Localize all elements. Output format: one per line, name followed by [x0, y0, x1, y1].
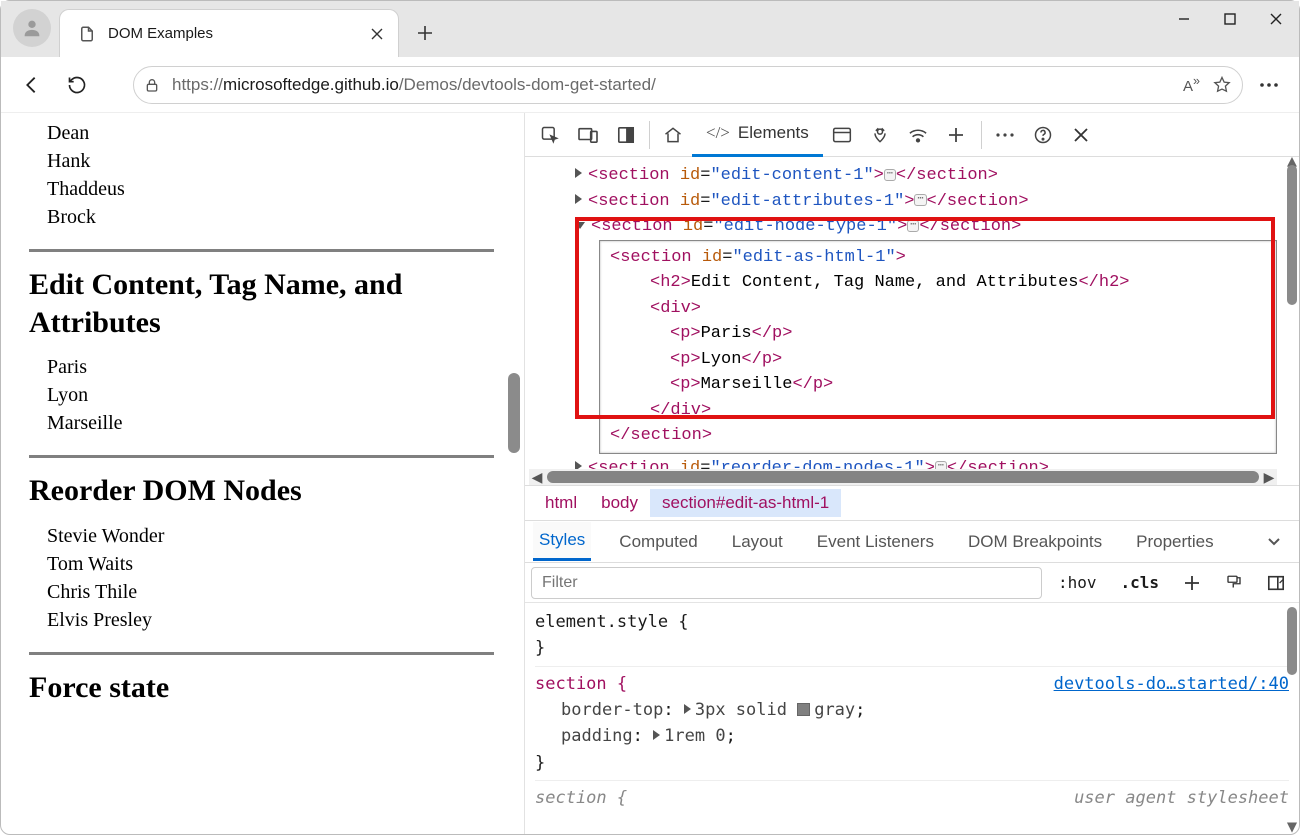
city-list: Paris Lyon Marseille [29, 353, 494, 437]
breadcrumb-body[interactable]: body [589, 489, 650, 517]
window-close-button[interactable] [1253, 1, 1299, 37]
list-item: Lyon [47, 381, 494, 409]
titlebar: DOM Examples [1, 1, 1299, 57]
page-icon [78, 25, 96, 43]
styles-filter-row: :hov .cls [525, 563, 1299, 603]
back-button[interactable] [11, 65, 51, 105]
elements-tab-icon: </> [706, 123, 730, 143]
devtools-toolbar: </> Elements [525, 113, 1299, 157]
divider [29, 249, 494, 252]
divider [29, 455, 494, 458]
styles-filter-input[interactable] [531, 567, 1042, 599]
new-tab-button[interactable] [405, 13, 445, 53]
sources-tab-icon[interactable] [861, 116, 899, 154]
tab-computed[interactable]: Computed [613, 524, 703, 560]
read-aloud-icon[interactable]: A» [1183, 74, 1200, 95]
cls-toggle[interactable]: .cls [1112, 569, 1167, 596]
list-item: Brock [47, 203, 494, 231]
address-bar: https://microsoftedge.github.io/Demos/de… [1, 57, 1299, 113]
tab-event-listeners[interactable]: Event Listeners [811, 524, 940, 560]
computed-sidebar-icon[interactable] [1259, 570, 1293, 596]
rule-element-style: element.style { [535, 609, 1289, 635]
page-scrollbar[interactable] [506, 113, 522, 834]
dom-scrollbar[interactable]: ▲ [1285, 157, 1299, 469]
tab-layout[interactable]: Layout [726, 524, 789, 560]
rule-selector: section { [535, 674, 627, 694]
source-link[interactable]: devtools-do…started/:40 [1054, 674, 1289, 694]
devtools-close-icon[interactable] [1062, 116, 1100, 154]
list-item: Paris [47, 353, 494, 381]
tab-properties[interactable]: Properties [1130, 524, 1219, 560]
list-item: Chris Thile [47, 578, 494, 606]
console-tab-icon[interactable] [823, 116, 861, 154]
styles-scrollbar[interactable]: ▼ [1285, 603, 1299, 834]
devtools-panel: </> Elements <section id="edit-content-1… [525, 113, 1299, 834]
refresh-button[interactable] [57, 65, 97, 105]
hov-toggle[interactable]: :hov [1050, 569, 1105, 596]
new-style-rule-icon[interactable] [1175, 570, 1209, 596]
breadcrumb-html[interactable]: html [533, 489, 589, 517]
dom-tree[interactable]: <section id="edit-content-1">⋯</section>… [525, 157, 1299, 469]
favorite-icon[interactable] [1212, 75, 1232, 95]
list-item: Tom Waits [47, 550, 494, 578]
artist-list: Stevie Wonder Tom Waits Chris Thile Elvi… [29, 522, 494, 634]
breadcrumb-section[interactable]: section#edit-as-html-1 [650, 489, 841, 517]
dock-icon[interactable] [607, 116, 645, 154]
devtools-more-icon[interactable] [986, 116, 1024, 154]
window-maximize-button[interactable] [1207, 1, 1253, 37]
ua-label: user agent stylesheet [1074, 785, 1289, 811]
tab-styles[interactable]: Styles [533, 522, 591, 561]
network-tab-icon[interactable] [899, 116, 937, 154]
tab-dom-breakpoints[interactable]: DOM Breakpoints [962, 524, 1108, 560]
chevron-down-icon[interactable] [1267, 537, 1291, 547]
paint-icon[interactable] [1217, 570, 1251, 596]
settings-more-button[interactable] [1249, 65, 1289, 105]
list-item: Dean [47, 119, 494, 147]
edit-as-html-box[interactable]: <section id="edit-as-html-1"> <h2>Edit C… [599, 240, 1277, 454]
dom-breadcrumbs: html body section#edit-as-html-1 [525, 485, 1299, 521]
elements-tab-label: Elements [738, 123, 809, 143]
page-viewport[interactable]: Dean Hank Thaddeus Brock Edit Content, T… [1, 113, 525, 834]
name-list-1: Dean Hank Thaddeus Brock [29, 119, 494, 231]
elements-tab[interactable]: </> Elements [692, 113, 823, 157]
list-item: Hank [47, 147, 494, 175]
heading-edit: Edit Content, Tag Name, and Attributes [29, 266, 494, 341]
tab-close-icon[interactable] [370, 27, 384, 41]
tab-title: DOM Examples [108, 25, 213, 42]
divider [29, 652, 494, 655]
styles-tabstrip: Styles Computed Layout Event Listeners D… [525, 521, 1299, 563]
device-toolbar-icon[interactable] [569, 116, 607, 154]
welcome-tab-icon[interactable] [654, 116, 692, 154]
list-item: Marseille [47, 409, 494, 437]
url-field[interactable]: https://microsoftedge.github.io/Demos/de… [133, 66, 1243, 104]
list-item: Thaddeus [47, 175, 494, 203]
heading-force: Force state [29, 669, 494, 707]
window-minimize-button[interactable] [1161, 1, 1207, 37]
add-tab-icon[interactable] [937, 116, 975, 154]
list-item: Elvis Presley [47, 606, 494, 634]
list-item: Stevie Wonder [47, 522, 494, 550]
heading-reorder: Reorder DOM Nodes [29, 472, 494, 510]
inspect-element-icon[interactable] [531, 116, 569, 154]
devtools-help-icon[interactable] [1024, 116, 1062, 154]
styles-rules[interactable]: element.style { } section { devtools-do…… [525, 603, 1299, 834]
ua-rule-selector: section { [535, 788, 627, 808]
dom-h-scrollbar[interactable]: ◀ ▶ [529, 469, 1277, 485]
url-text: https://microsoftedge.github.io/Demos/de… [172, 75, 1171, 95]
rule-close: } [535, 635, 1289, 661]
site-security-icon[interactable] [144, 76, 160, 94]
browser-tab[interactable]: DOM Examples [59, 9, 399, 57]
profile-avatar[interactable] [13, 9, 51, 47]
